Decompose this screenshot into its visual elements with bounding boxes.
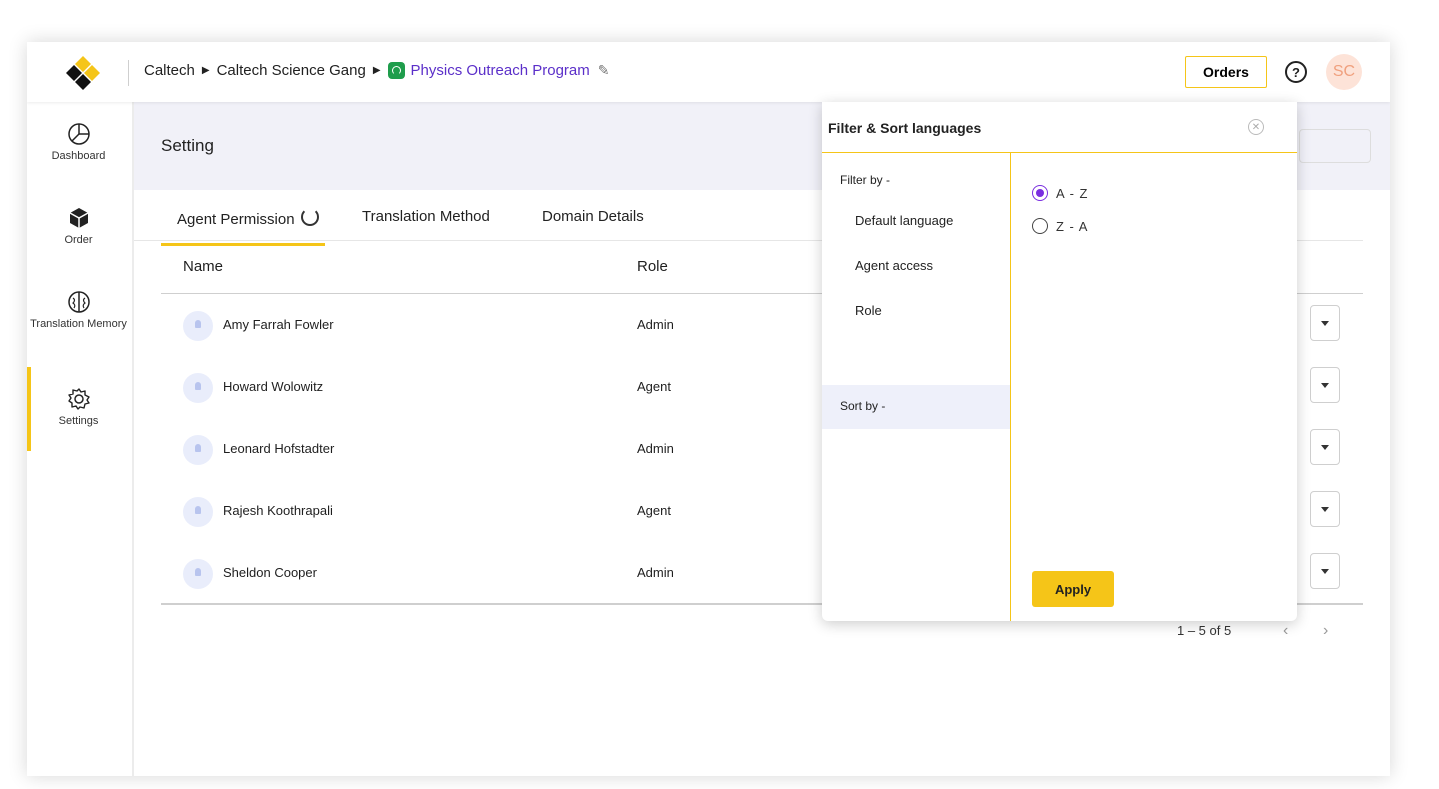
chevron-right-icon[interactable]: › bbox=[1323, 622, 1328, 640]
user-avatar-icon bbox=[183, 311, 213, 341]
user-name: Amy Farrah Fowler bbox=[223, 317, 334, 332]
access-dropdown[interactable] bbox=[1310, 429, 1340, 465]
user-name: Leonard Hofstadter bbox=[223, 441, 335, 456]
caret-right-icon: ▶ bbox=[201, 65, 210, 76]
column-header-name[interactable]: Name bbox=[183, 258, 223, 275]
user-avatar[interactable]: SC bbox=[1326, 54, 1362, 90]
user-name: Sheldon Cooper bbox=[223, 565, 317, 580]
page-title: Setting bbox=[161, 136, 214, 155]
brain-icon bbox=[67, 291, 90, 313]
sidebar: Dashboard Order Translation Memory Setti… bbox=[27, 102, 134, 776]
filter-role[interactable]: Role bbox=[855, 303, 882, 318]
breadcrumb-team[interactable]: Caltech Science Gang bbox=[217, 62, 366, 79]
search-input[interactable] bbox=[1299, 129, 1371, 163]
sidebar-item-label: Order bbox=[64, 234, 93, 246]
apply-button[interactable]: Apply bbox=[1032, 571, 1114, 607]
filter-sort-panel: Filter & Sort languages ✕ Filter by - De… bbox=[822, 102, 1297, 621]
edit-pencil-icon[interactable]: ✎ bbox=[598, 62, 610, 79]
sort-z-a-label: Z - A bbox=[1056, 219, 1089, 234]
access-dropdown[interactable] bbox=[1310, 367, 1340, 403]
app-window: Caltech ▶ Caltech Science Gang ▶ Physics… bbox=[27, 42, 1390, 776]
user-avatar-icon bbox=[183, 435, 213, 465]
box-icon bbox=[69, 208, 88, 228]
column-header-role[interactable]: Role bbox=[637, 258, 668, 275]
access-dropdown[interactable] bbox=[1310, 491, 1340, 527]
tab-translation-method[interactable]: Translation Method bbox=[362, 208, 490, 225]
sort-a-z-radio[interactable] bbox=[1032, 185, 1048, 201]
user-name: Rajesh Koothrapali bbox=[223, 503, 333, 518]
orders-button[interactable]: Orders bbox=[1185, 56, 1267, 88]
refresh-icon[interactable] bbox=[300, 208, 319, 226]
sort-a-z-label: A - Z bbox=[1056, 186, 1089, 201]
sort-by-item[interactable]: Sort by - bbox=[822, 385, 1010, 429]
app-logo-icon[interactable] bbox=[63, 54, 103, 94]
pie-chart-icon bbox=[67, 123, 90, 145]
gear-icon bbox=[67, 388, 90, 410]
sidebar-item-label: Settings bbox=[58, 415, 99, 427]
divider bbox=[128, 60, 129, 86]
filter-agent-access[interactable]: Agent access bbox=[855, 258, 933, 273]
chevron-left-icon[interactable]: ‹ bbox=[1283, 622, 1288, 640]
top-bar: Caltech ▶ Caltech Science Gang ▶ Physics… bbox=[27, 42, 1390, 102]
filter-by-label: Filter by - bbox=[840, 173, 891, 187]
user-role: Admin bbox=[637, 565, 674, 580]
sidebar-item-translation-memory[interactable]: Translation Memory bbox=[27, 290, 130, 330]
project-icon bbox=[387, 62, 405, 79]
user-role: Admin bbox=[637, 317, 674, 332]
filter-sort-menu: Filter by - Default language Agent acces… bbox=[822, 153, 1011, 621]
sort-z-a-radio[interactable] bbox=[1032, 218, 1048, 234]
access-dropdown[interactable] bbox=[1310, 305, 1340, 341]
pagination-label: 1 – 5 of 5 bbox=[1177, 623, 1232, 638]
tab-domain-details[interactable]: Domain Details bbox=[542, 208, 644, 225]
breadcrumb: Caltech ▶ Caltech Science Gang ▶ Physics… bbox=[144, 62, 610, 79]
user-avatar-icon bbox=[183, 373, 213, 403]
tab-label: Agent Permission bbox=[177, 211, 295, 228]
sidebar-item-dashboard[interactable]: Dashboard bbox=[27, 122, 130, 162]
caret-right-icon: ▶ bbox=[372, 65, 381, 76]
sidebar-item-settings[interactable]: Settings bbox=[27, 367, 130, 451]
tab-agent-permission[interactable]: Agent Permission bbox=[161, 208, 325, 246]
user-avatar-icon bbox=[183, 497, 213, 527]
panel-header: Filter & Sort languages ✕ bbox=[822, 102, 1297, 153]
user-role: Admin bbox=[637, 441, 674, 456]
sidebar-item-order[interactable]: Order bbox=[27, 206, 130, 246]
panel-title: Filter & Sort languages bbox=[828, 120, 982, 136]
sidebar-item-label: Dashboard bbox=[51, 150, 106, 162]
breadcrumb-project[interactable]: Physics Outreach Program bbox=[411, 62, 590, 79]
sort-by-label: Sort by - bbox=[840, 399, 886, 413]
filter-default-language[interactable]: Default language bbox=[855, 213, 953, 228]
breadcrumb-org[interactable]: Caltech bbox=[144, 62, 195, 79]
help-icon[interactable]: ? bbox=[1285, 61, 1307, 83]
user-avatar-icon bbox=[183, 559, 213, 589]
access-dropdown[interactable] bbox=[1310, 553, 1340, 589]
close-icon[interactable]: ✕ bbox=[1248, 119, 1264, 135]
user-name: Howard Wolowitz bbox=[223, 379, 324, 394]
sidebar-item-label: Translation Memory bbox=[30, 318, 127, 330]
user-role: Agent bbox=[637, 379, 671, 394]
user-role: Agent bbox=[637, 503, 671, 518]
